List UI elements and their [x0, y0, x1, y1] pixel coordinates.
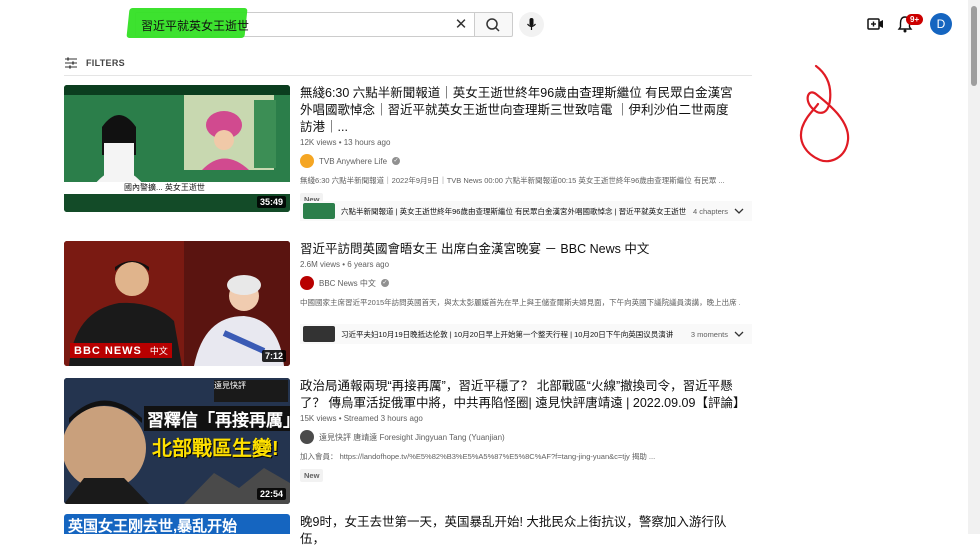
search-icon: [486, 18, 500, 32]
video-duration: 35:49: [256, 196, 286, 208]
chevron-down-icon[interactable]: [734, 331, 744, 337]
view-count: 12K views: [300, 138, 337, 147]
voice-search-button[interactable]: [519, 12, 544, 37]
video-info-1: 無綫6:30 六點半新聞報道｜英女王逝世終年96歲由查理斯繼位 有民眾白金漢宮外…: [300, 85, 740, 207]
chapter-text: 习近平夫妇10月19日晚抵达伦敦 | 10月20日早上开始第一个整天行程 | 1…: [341, 329, 674, 339]
video-meta: 15K views • Streamed 3 hours ago: [300, 414, 423, 423]
chapter-count: 4 chapters: [692, 206, 728, 216]
video-info-2: 習近平訪問英國會晤女王 出席白金漢宮晚宴 － BBC News 中文 2.6M …: [300, 241, 740, 308]
upload-age: Streamed 3 hours ago: [343, 414, 423, 423]
channel-avatar[interactable]: [300, 154, 314, 168]
filters-label: FILTERS: [86, 58, 125, 68]
red-scribble-annotation: [799, 64, 850, 163]
verified-check-icon: ✓: [392, 157, 401, 165]
filters-button[interactable]: FILTERS: [64, 56, 125, 70]
video-meta: 12K views • 13 hours ago: [300, 138, 391, 147]
thumbnail-headline: 英国女王刚去世,暴乱开始: [68, 518, 238, 534]
masthead: 習近平就英女王逝世 ✕ 9+ D: [0, 0, 980, 46]
chapter-count: 3 moments: [690, 329, 728, 339]
chevron-down-icon[interactable]: [734, 208, 744, 214]
chapter-text: 六點半新聞報道 | 英女王逝世終年96歲由查理斯繼位 有民眾白金漢宮外唱國歌悼念…: [341, 206, 687, 216]
channel-row[interactable]: BBC News 中文 ✓: [300, 276, 740, 290]
microphone-icon: [527, 18, 536, 30]
channel-avatar[interactable]: [300, 430, 314, 444]
bbc-logo-cn: 中文: [149, 346, 168, 356]
video-duration: 7:12: [261, 350, 286, 362]
video-thumbnail-4[interactable]: 英国女王刚去世,暴乱开始: [64, 514, 290, 534]
search-query-text[interactable]: 習近平就英女王逝世: [141, 17, 249, 34]
scrollbar-thumb[interactable]: [971, 6, 977, 86]
channel-row[interactable]: 遠見快評 唐靖遠 Foresight Jingyuan Tang (Yuanji…: [300, 430, 740, 444]
channel-name[interactable]: TVB Anywhere Life: [319, 157, 387, 166]
upload-age: 6 years ago: [347, 260, 390, 269]
channel-name[interactable]: BBC News 中文: [319, 278, 376, 289]
video-title[interactable]: 習近平訪問英國會晤女王 出席白金漢宮晚宴 － BBC News 中文: [300, 241, 740, 258]
create-video-icon[interactable]: [865, 14, 885, 34]
verified-check-icon: ✓: [380, 279, 389, 287]
chapters-row-1[interactable]: 六點半新聞報道 | 英女王逝世終年96歲由查理斯繼位 有民眾白金漢宮外唱國歌悼念…: [300, 201, 752, 221]
new-badge: New: [300, 469, 324, 482]
chapter-thumbnail: [303, 203, 335, 219]
account-avatar[interactable]: D: [930, 13, 952, 35]
video-thumbnail-2[interactable]: BBC NEWS 中文 7:12: [64, 241, 290, 366]
video-title[interactable]: 政治局通報兩現“再接再厲”，習近平穩了？ 北部戰區“火線”撤換司令，習近平懸了？…: [300, 378, 745, 412]
thumbnail-headline-1: 習釋信「再接再厲」: [144, 406, 290, 431]
channel-row[interactable]: TVB Anywhere Life ✓: [300, 154, 740, 168]
video-info-4: 晚9时，女王去世第一天，英国暴乱开始! 大批民众上街抗议，警察加入游行队伍，: [300, 514, 740, 548]
filter-sliders-icon: [65, 57, 77, 69]
chapter-thumbnail: [303, 326, 335, 342]
video-title[interactable]: 晚9时，女王去世第一天，英国暴乱开始! 大批民众上街抗议，警察加入游行队伍，: [300, 514, 740, 548]
video-meta: 2.6M views • 6 years ago: [300, 260, 390, 269]
thumbnail-corner-label: 遠見快評: [214, 381, 246, 390]
thumbnail-headline-2: 北部戰區生變!: [152, 438, 279, 460]
upload-age: 13 hours ago: [343, 138, 391, 147]
clear-search-button[interactable]: ✕: [451, 15, 471, 35]
channel-name[interactable]: 遠見快評 唐靖遠 Foresight Jingyuan Tang (Yuanji…: [319, 432, 505, 443]
video-title[interactable]: 無綫6:30 六點半新聞報道｜英女王逝世終年96歲由查理斯繼位 有民眾白金漢宮外…: [300, 85, 740, 136]
video-description: 無綫6:30 六點半新聞報道｜2022年9月9日｜TVB News 00:00 …: [300, 176, 725, 185]
search-button[interactable]: [475, 12, 513, 37]
view-count: 15K views: [300, 414, 337, 423]
video-description: 中國國家主席習近平2015年訪問英國首天，與太太彭麗媛首先在早上與王儲查爾斯夫婦…: [300, 298, 740, 307]
video-description: 加入會員： https://landofhope.tv/%E5%82%B3%E5…: [300, 452, 656, 461]
video-thumbnail-1[interactable]: 國內警擴... 英女王逝世 35:49: [64, 85, 290, 212]
bbc-logo-text: BBC NEWS: [74, 344, 142, 357]
filters-divider: [64, 75, 752, 76]
view-count: 2.6M views: [300, 260, 341, 269]
thumbnail-banner-text: 國內警擴... 英女王逝世: [124, 183, 205, 192]
video-info-3: 政治局通報兩現“再接再厲”，習近平穩了？ 北部戰區“火線”撤換司令，習近平懸了？…: [300, 378, 745, 483]
bbc-logo: BBC NEWS 中文: [70, 343, 172, 358]
notification-count-badge: 9+: [906, 14, 924, 25]
channel-avatar[interactable]: [300, 276, 314, 290]
video-duration: 22:54: [256, 488, 286, 500]
video-thumbnail-3[interactable]: 習釋信「再接再厲」 北部戰區生變! 遠見快評 22:54: [64, 378, 290, 504]
chapters-row-2[interactable]: 习近平夫妇10月19日晚抵达伦敦 | 10月20日早上开始第一个整天行程 | 1…: [300, 324, 752, 344]
